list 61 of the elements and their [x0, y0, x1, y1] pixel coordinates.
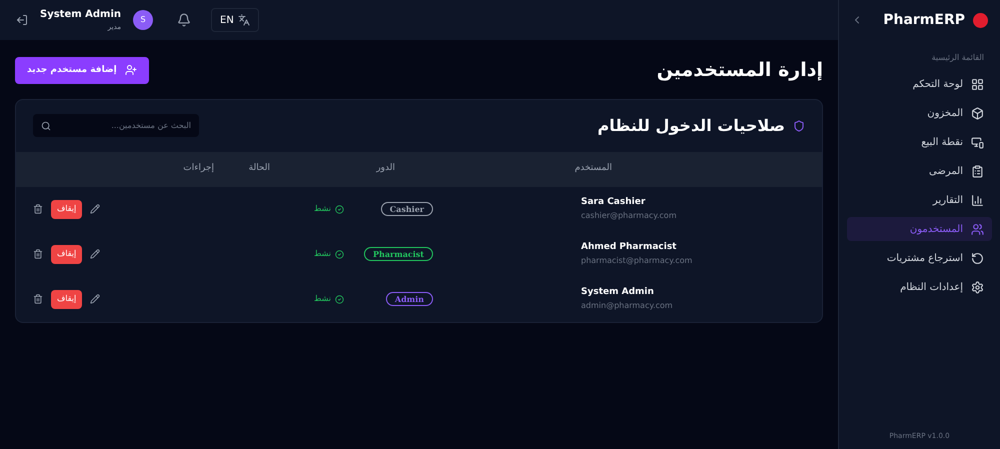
user-email-cell: cashier@pharmacy.com — [581, 210, 676, 222]
users-icon — [971, 222, 984, 236]
bell-icon[interactable] — [177, 13, 192, 27]
search-icon — [41, 120, 51, 130]
stop-button[interactable]: إيقاف — [51, 200, 82, 218]
column-header: المستخدم — [574, 162, 612, 176]
user-email-cell: pharmacist@pharmacy.com — [581, 254, 692, 267]
status-label: نشط — [314, 248, 331, 260]
delete-icon[interactable] — [33, 294, 43, 304]
page-title: إدارة المستخدمين — [656, 58, 823, 83]
role-badge: Pharmacist — [364, 247, 433, 261]
user-email-cell: admin@pharmacy.com — [581, 300, 673, 312]
undo-icon — [971, 252, 984, 264]
sidebar-item[interactable]: المستخدمون — [847, 217, 992, 241]
stop-button[interactable]: إيقاف — [51, 290, 82, 308]
card-title: صلاحيات الدخول للنظام — [598, 114, 785, 137]
logout-icon[interactable] — [16, 14, 28, 26]
search-input[interactable]: البحث عن مستخدمين... — [59, 120, 191, 132]
language-button[interactable]: EN — [211, 8, 259, 32]
check-circle-icon — [335, 294, 344, 304]
user-avatar[interactable]: S — [133, 10, 154, 30]
user-name: System Admin — [40, 8, 122, 22]
sidebar-item[interactable]: استرجاع مشتريات — [847, 246, 992, 270]
bar-chart-icon — [971, 194, 984, 206]
delete-icon[interactable] — [33, 204, 43, 214]
user-name-cell-text: Ahmed Pharmacist — [581, 241, 676, 254]
check-circle-icon — [335, 204, 344, 214]
sidebar-item[interactable]: لوحة التحكم — [847, 72, 992, 96]
logo-icon — [973, 12, 988, 28]
edit-icon[interactable] — [90, 249, 100, 259]
user-name-cell-text: System Admin — [581, 286, 654, 300]
sidebar-item[interactable]: المرضى — [847, 159, 992, 183]
role-badge: Cashier — [380, 202, 433, 216]
column-header: الحالة — [248, 162, 270, 176]
edit-icon[interactable] — [90, 204, 100, 214]
sidebar-item[interactable]: التقارير — [847, 188, 992, 212]
stop-button[interactable]: إيقاف — [51, 244, 82, 264]
sidebar-item[interactable]: المخزون — [847, 101, 992, 125]
user-plus-icon — [124, 64, 137, 76]
delete-icon[interactable] — [33, 249, 43, 259]
sidebar-item[interactable]: إعدادات النظام — [847, 275, 992, 299]
box-icon — [971, 106, 984, 120]
section-label: القائمة الرئيسية — [930, 52, 985, 64]
monitor-icon — [971, 136, 984, 148]
clipboard-icon — [971, 164, 984, 178]
edit-icon[interactable] — [90, 294, 100, 304]
role-badge: Admin — [386, 292, 433, 306]
sidebar-item[interactable]: نقطة البيع — [847, 130, 992, 154]
brand-name: PharmERP — [883, 10, 965, 30]
status-label: نشط — [314, 203, 331, 215]
shield-icon — [793, 120, 805, 132]
search-field[interactable]: البحث عن مستخدمين... — [33, 114, 199, 137]
check-circle-icon — [335, 250, 344, 258]
grid-icon — [971, 78, 984, 90]
column-header: الدور — [376, 162, 395, 176]
status-label: نشط — [314, 293, 331, 305]
column-header: إجراءات — [183, 162, 214, 176]
add-user-button[interactable]: إضافة مستخدم جديد — [15, 56, 149, 84]
translate-icon — [238, 14, 250, 26]
settings-icon — [971, 280, 984, 294]
user-name-cell-text: Sara Cashier — [581, 196, 646, 210]
